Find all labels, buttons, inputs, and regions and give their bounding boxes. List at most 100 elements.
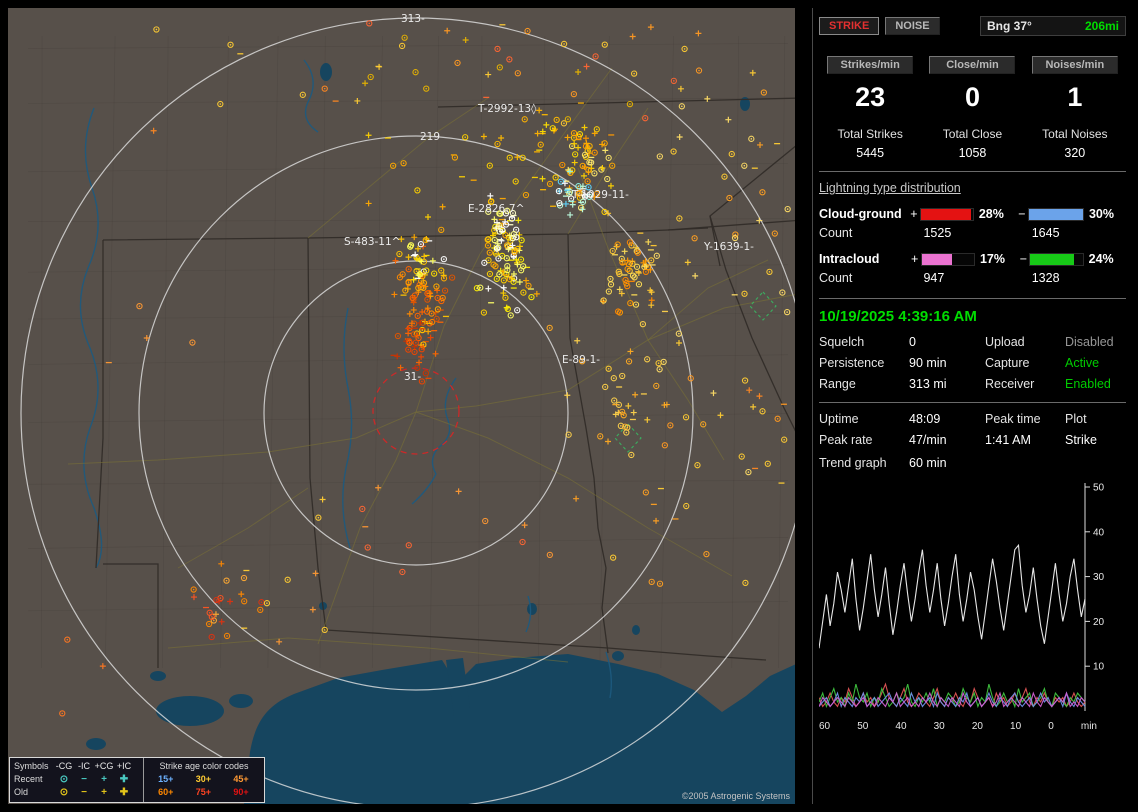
x-tick: 30 <box>934 721 945 732</box>
bearing-display: Bng 37° 206mi <box>980 16 1126 36</box>
trend-graph-label: Trend graph <box>819 456 909 470</box>
ic-count-label: Count <box>819 271 909 285</box>
svg-text:T-1029-11-: T-1029-11- <box>571 189 629 201</box>
svg-text:50: 50 <box>1093 483 1105 494</box>
range-value: 313 mi <box>909 377 985 391</box>
timestamp: 10/19/2025 4:39:16 AM <box>819 308 1126 325</box>
x-tick: 60 <box>819 721 830 732</box>
svg-text:313-: 313- <box>401 13 425 25</box>
uptime-value: 48:09 <box>909 412 985 426</box>
x-tick: 0 <box>1048 721 1054 732</box>
plot-value: Strike <box>1065 433 1126 447</box>
noise-button[interactable]: NOISE <box>885 17 939 35</box>
svg-text:T-2992-13◊: T-2992-13◊ <box>477 103 537 115</box>
x-tick: 40 <box>895 721 906 732</box>
lightning-map[interactable]: 313- 219 T-2992-13◊ E-2826-7^ S-483-11^ T-102… <box>8 8 795 804</box>
ic-minus-count: 1328 <box>1018 271 1126 285</box>
uptime-label: Uptime <box>819 412 909 426</box>
range-label: Range <box>819 377 909 391</box>
svg-text:E-89-1-: E-89-1- <box>562 354 600 366</box>
close-per-min-button[interactable]: Close/min <box>929 56 1015 74</box>
svg-text:Y-1639-1-: Y-1639-1- <box>703 241 754 253</box>
legend-row-old: Old <box>14 786 54 799</box>
age-15: 15+ <box>147 773 185 786</box>
strike-button[interactable]: STRIKE <box>819 17 879 35</box>
svg-text:31-: 31- <box>404 371 421 383</box>
age-60: 60+ <box>147 786 185 799</box>
noises-per-min-button[interactable]: Noises/min <box>1032 56 1118 74</box>
legend-symbols-header: Symbols <box>14 760 54 773</box>
svg-text:219: 219 <box>420 131 440 143</box>
squelch-label: Squelch <box>819 335 909 349</box>
cg-count-label: Count <box>819 226 909 240</box>
age-75: 75+ <box>185 786 223 799</box>
svg-text:40: 40 <box>1093 527 1105 538</box>
app-window: { "panel": { "strike_btn": "STRIKE", "no… <box>0 0 1138 812</box>
bearing-distance: 206mi <box>1085 19 1119 33</box>
recent-ncg-icon: ⊙ <box>54 773 74 786</box>
plus-sign: + <box>909 252 921 266</box>
ic-minus-pct: 24% <box>1089 252 1126 266</box>
settings-grid: Squelch 0 Upload Disabled Persistence 90… <box>819 335 1126 391</box>
svg-text:10: 10 <box>1093 662 1105 673</box>
control-panel: STRIKE NOISE Bng 37° 206mi Strikes/min 2… <box>812 8 1130 804</box>
legend-row-recent: Recent <box>14 773 54 786</box>
ic-plus-bar <box>921 253 975 266</box>
old-pcg-icon: + <box>94 786 114 799</box>
capture-value: Active <box>1065 356 1126 370</box>
divider <box>819 402 1126 403</box>
plus-sign: + <box>908 207 920 221</box>
ic-plus-pct: 17% <box>980 252 1017 266</box>
legend-symbols-section: Symbols -CG -IC +CG +IC Recent ⊙ − + ✚ O… <box>10 758 144 802</box>
strikes-per-min-button[interactable]: Strikes/min <box>827 56 913 74</box>
recent-pcg-icon: + <box>94 773 114 786</box>
ic-minus-bar <box>1029 253 1083 266</box>
cg-minus-pct: 30% <box>1089 207 1126 221</box>
x-tick: 10 <box>1010 721 1021 732</box>
ic-plus-count: 947 <box>909 271 1017 285</box>
divider <box>819 171 1126 172</box>
peak-rate-value: 47/min <box>909 433 985 447</box>
trend-x-axis: 60 50 40 30 20 10 0 min <box>819 721 1097 732</box>
legend-col-ncg: -CG <box>54 760 74 773</box>
total-strikes-value: 5445 <box>819 146 921 160</box>
total-strikes-label: Total Strikes <box>819 127 921 141</box>
old-ncg-icon: ⊙ <box>54 786 74 799</box>
intracloud-label: Intracloud <box>819 252 909 266</box>
minus-sign: − <box>1016 207 1028 221</box>
legend-col-pic: +IC <box>114 760 134 773</box>
svg-text:E-2826-7^: E-2826-7^ <box>468 203 524 215</box>
distribution-title: Lightning type distribution <box>819 181 1126 195</box>
divider <box>819 298 1126 299</box>
trend-chart-canvas: 5040302010 <box>819 479 1119 717</box>
receiver-value: Enabled <box>1065 377 1126 391</box>
cg-minus-count: 1645 <box>1018 226 1126 240</box>
total-noises-label: Total Noises <box>1024 127 1126 141</box>
recent-pic-icon: ✚ <box>114 773 134 786</box>
persistence-value: 90 min <box>909 356 985 370</box>
age-30: 30+ <box>185 773 223 786</box>
svg-text:20: 20 <box>1093 617 1105 628</box>
old-nic-icon: − <box>74 786 94 799</box>
minus-sign: − <box>1017 252 1029 266</box>
cg-plus-bar <box>920 208 974 221</box>
trend-graph-value: 60 min <box>909 456 985 470</box>
peak-time-label: Peak time <box>985 412 1065 426</box>
upload-value: Disabled <box>1065 335 1126 349</box>
trend-graph: 50 40 30 20 10 60 50 40 30 20 10 0 min <box>819 479 1126 732</box>
cg-plus-count: 1525 <box>909 226 1017 240</box>
capture-label: Capture <box>985 356 1065 370</box>
persistence-label: Persistence <box>819 356 909 370</box>
age-45: 45+ <box>222 773 260 786</box>
upload-label: Upload <box>985 335 1065 349</box>
x-tick: 20 <box>972 721 983 732</box>
peak-rate-label: Peak rate <box>819 433 909 447</box>
strike-legend: Symbols -CG -IC +CG +IC Recent ⊙ − + ✚ O… <box>9 757 265 803</box>
svg-text:S-483-11^: S-483-11^ <box>344 236 400 248</box>
total-noises-value: 320 <box>1024 146 1126 160</box>
x-tick: 50 <box>857 721 868 732</box>
strikes-per-min-value: 23 <box>819 82 921 113</box>
old-pic-icon: ✚ <box>114 786 134 799</box>
total-close-value: 1058 <box>921 146 1023 160</box>
noises-per-min-value: 1 <box>1024 82 1126 113</box>
